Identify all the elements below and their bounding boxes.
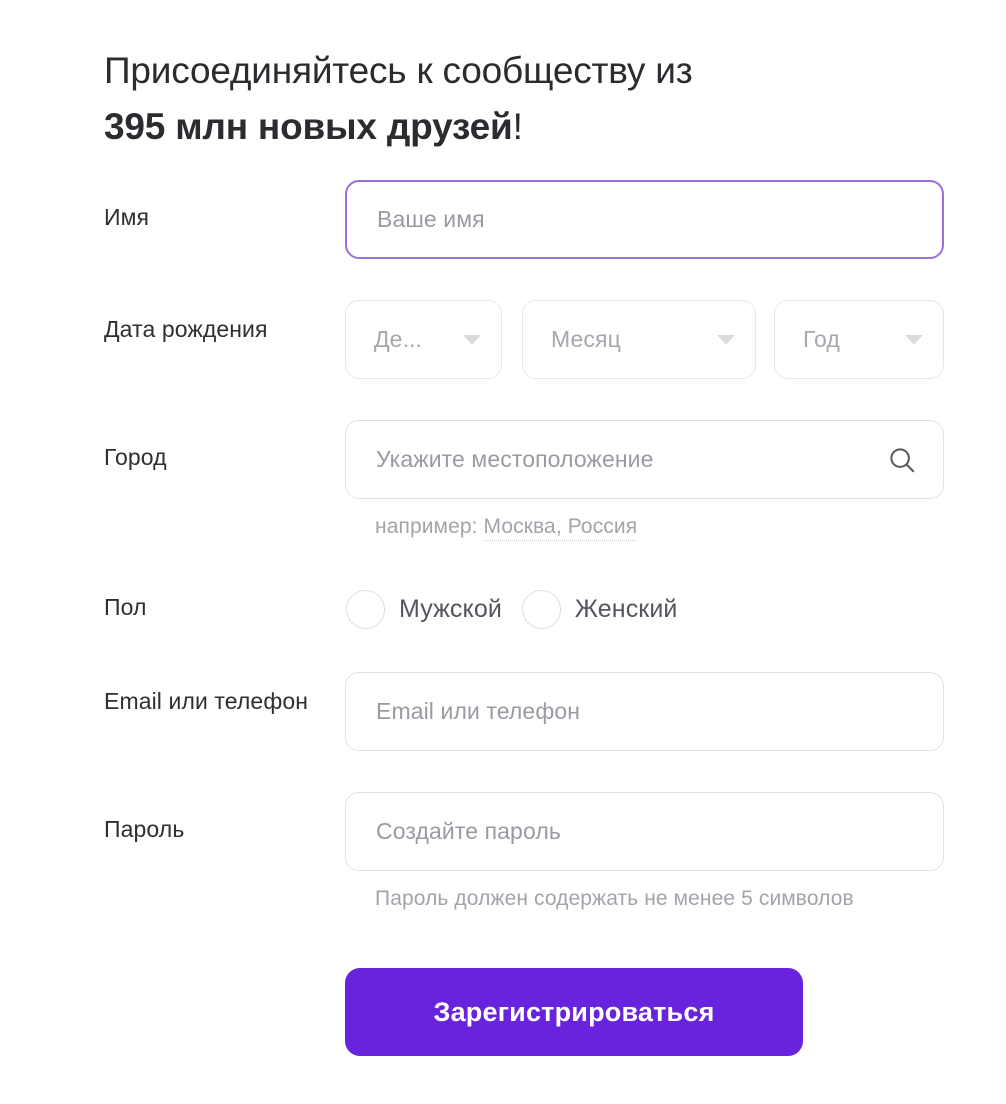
submit-area: Зарегистрироваться [345,968,803,1056]
label-email: Email или телефон [104,688,309,714]
gender-radio-group: Мужской Женский [345,570,944,649]
registration-page: Присоединяйтесь к сообществу из 395 млн … [0,0,1006,1104]
email-input[interactable]: Email или телефон [345,672,944,751]
password-input-placeholder: Создайте пароль [376,818,561,844]
name-input-placeholder: Ваше имя [377,206,485,232]
page-title-line-1: Присоединяйтесь к сообществу из [104,49,693,91]
chevron-down-icon [463,334,481,345]
city-hint: например: Москва, Россия [345,511,944,542]
field-row-email: Email или телефон Email или телефон [104,672,944,751]
birthdate-day-value: Де... [374,326,423,352]
search-icon[interactable] [887,445,917,475]
field-birthdate: Де... Месяц Год [345,300,944,379]
birthdate-year-value: Год [803,326,840,352]
city-hint-example: Москва, Россия [483,515,638,541]
birthdate-month-value: Месяц [551,326,621,352]
register-button[interactable]: Зарегистрироваться [345,968,803,1056]
birthdate-year-select[interactable]: Год [774,300,944,379]
field-row-password: Пароль Создайте пароль Пароль должен сод… [104,792,944,914]
gender-option-male[interactable]: Мужской [346,590,502,629]
field-row-name: Имя Ваше имя [104,180,944,259]
city-input-placeholder: Укажите местоположение [376,446,654,472]
chevron-down-icon [905,334,923,345]
gender-option-female[interactable]: Женский [521,590,678,629]
birthdate-day-select[interactable]: Де... [345,300,502,379]
city-input[interactable]: Укажите местоположение [345,420,944,499]
field-row-birthdate: Дата рождения Де... Месяц Год [104,300,944,379]
city-hint-prefix: например: [375,515,484,538]
page-title-highlight: 395 млн новых друзей [104,105,513,147]
page-title-exclamation: ! [512,105,523,147]
field-email: Email или телефон [345,672,944,751]
password-hint: Пароль должен содержать не менее 5 симво… [375,887,854,910]
page-title: Присоединяйтесь к сообществу из 395 млн … [104,43,934,155]
password-input[interactable]: Создайте пароль [345,792,944,871]
field-password: Создайте пароль Пароль должен содержать … [345,792,944,914]
birthdate-month-select[interactable]: Месяц [522,300,756,379]
field-city: Укажите местоположение например: Москва,… [345,420,944,542]
page-title-line-2: 395 млн новых друзей! [104,99,934,155]
birthdate-selects: Де... Месяц Год [345,300,944,379]
label-gender: Пол [104,594,147,620]
field-name: Ваше имя [345,180,944,259]
name-input[interactable]: Ваше имя [345,180,944,259]
label-city: Город [104,444,167,470]
field-row-city: Город Укажите местоположение например: М… [104,420,944,542]
field-gender: Мужской Женский [345,570,944,649]
gender-option-male-label: Мужской [399,595,502,623]
email-input-placeholder: Email или телефон [376,698,581,724]
label-birthdate: Дата рождения [104,316,268,342]
gender-option-female-label: Женский [574,595,678,623]
chevron-down-icon [717,334,735,345]
field-row-gender: Пол Мужской Женский [104,570,944,649]
radio-icon[interactable] [521,590,561,629]
radio-icon[interactable] [346,590,385,629]
label-password: Пароль [104,816,185,842]
label-name: Имя [104,204,150,230]
